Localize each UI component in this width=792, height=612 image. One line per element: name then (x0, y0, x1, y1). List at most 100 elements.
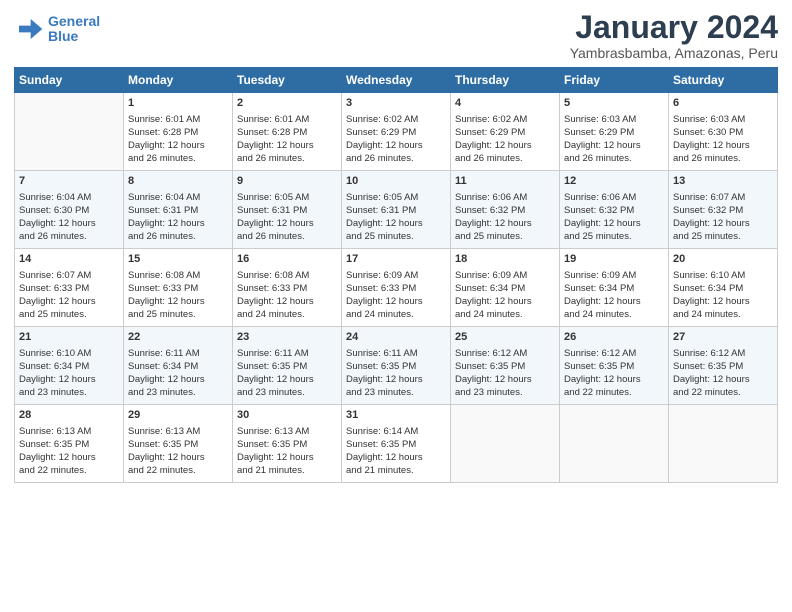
day-number: 15 (128, 252, 228, 267)
cell-content: Sunrise: 6:05 AM Sunset: 6:31 PM Dayligh… (346, 191, 446, 244)
calendar-cell: 19Sunrise: 6:09 AM Sunset: 6:34 PM Dayli… (560, 249, 669, 327)
calendar-table: SundayMondayTuesdayWednesdayThursdayFrid… (14, 67, 778, 483)
calendar-cell: 21Sunrise: 6:10 AM Sunset: 6:34 PM Dayli… (15, 327, 124, 405)
cell-content: Sunrise: 6:04 AM Sunset: 6:31 PM Dayligh… (128, 191, 228, 244)
logo: General Blue (14, 14, 100, 45)
cell-content: Sunrise: 6:11 AM Sunset: 6:34 PM Dayligh… (128, 347, 228, 400)
calendar-header-row: SundayMondayTuesdayWednesdayThursdayFrid… (15, 68, 778, 93)
cell-content: Sunrise: 6:04 AM Sunset: 6:30 PM Dayligh… (19, 191, 119, 244)
day-number: 3 (346, 96, 446, 111)
main-title: January 2024 (570, 10, 778, 45)
cell-content: Sunrise: 6:11 AM Sunset: 6:35 PM Dayligh… (237, 347, 337, 400)
day-number: 10 (346, 174, 446, 189)
calendar-week-5: 28 Sunrise: 6:13 AM Sunset: 6:35 PM Dayli… (15, 405, 778, 483)
calendar-cell: 27Sunrise: 6:12 AM Sunset: 6:35 PM Dayli… (669, 327, 778, 405)
day-number: 8 (128, 174, 228, 189)
calendar-cell: 30 Sunrise: 6:13 AM Sunset: 6:35 PM Dayli… (233, 405, 342, 483)
day-number: 24 (346, 330, 446, 345)
day-number: 13 (673, 174, 773, 189)
cell-content: Sunrise: 6:09 AM Sunset: 6:34 PM Dayligh… (455, 269, 555, 322)
calendar-cell (669, 405, 778, 483)
day-number: 26 (564, 330, 664, 345)
day-number: 12 (564, 174, 664, 189)
calendar-week-2: 7 Sunrise: 6:04 AM Sunset: 6:30 PM Daylig… (15, 171, 778, 249)
day-number: 9 (237, 174, 337, 189)
cell-content: Sunrise: 6:07 AM Sunset: 6:32 PM Dayligh… (673, 191, 773, 244)
calendar-cell: 3Sunrise: 6:02 AM Sunset: 6:29 PM Daylig… (342, 93, 451, 171)
cell-content: Sunrise: 6:05 AM Sunset: 6:31 PM Dayligh… (237, 191, 337, 244)
day-number: 5 (564, 96, 664, 111)
calendar-week-1: 1 Sunrise: 6:01 AM Sunset: 6:28 PM Daylig… (15, 93, 778, 171)
cell-content: Sunrise: 6:01 AM Sunset: 6:28 PM Dayligh… (237, 113, 337, 166)
day-number: 16 (237, 252, 337, 267)
calendar-cell (451, 405, 560, 483)
cell-content: Sunrise: 6:06 AM Sunset: 6:32 PM Dayligh… (564, 191, 664, 244)
cell-content: Sunrise: 6:09 AM Sunset: 6:34 PM Dayligh… (564, 269, 664, 322)
day-number: 1 (128, 96, 228, 111)
title-block: January 2024 Yambrasbamba, Amazonas, Per… (570, 10, 778, 61)
calendar-cell: 14Sunrise: 6:07 AM Sunset: 6:33 PM Dayli… (15, 249, 124, 327)
col-header-wednesday: Wednesday (342, 68, 451, 93)
calendar-cell: 11 Sunrise: 6:06 AM Sunset: 6:32 PM Dayli… (451, 171, 560, 249)
cell-content: Sunrise: 6:08 AM Sunset: 6:33 PM Dayligh… (128, 269, 228, 322)
calendar-cell: 17 Sunrise: 6:09 AM Sunset: 6:33 PM Dayli… (342, 249, 451, 327)
cell-content: Sunrise: 6:10 AM Sunset: 6:34 PM Dayligh… (19, 347, 119, 400)
cell-content: Sunrise: 6:12 AM Sunset: 6:35 PM Dayligh… (564, 347, 664, 400)
logo-icon (14, 14, 44, 44)
day-number: 18 (455, 252, 555, 267)
calendar-cell: 10 Sunrise: 6:05 AM Sunset: 6:31 PM Dayli… (342, 171, 451, 249)
day-number: 25 (455, 330, 555, 345)
cell-content: Sunrise: 6:06 AM Sunset: 6:32 PM Dayligh… (455, 191, 555, 244)
col-header-friday: Friday (560, 68, 669, 93)
day-number: 7 (19, 174, 119, 189)
calendar-cell: 15 Sunrise: 6:08 AM Sunset: 6:33 PM Dayli… (124, 249, 233, 327)
day-number: 23 (237, 330, 337, 345)
calendar-cell: 22 Sunrise: 6:11 AM Sunset: 6:34 PM Dayli… (124, 327, 233, 405)
cell-content: Sunrise: 6:12 AM Sunset: 6:35 PM Dayligh… (455, 347, 555, 400)
subtitle: Yambrasbamba, Amazonas, Peru (570, 45, 778, 61)
cell-content: Sunrise: 6:09 AM Sunset: 6:33 PM Dayligh… (346, 269, 446, 322)
logo-text: General Blue (48, 14, 100, 45)
calendar-cell: 16 Sunrise: 6:08 AM Sunset: 6:33 PM Dayli… (233, 249, 342, 327)
logo-line2: Blue (48, 28, 78, 44)
day-number: 2 (237, 96, 337, 111)
cell-content: Sunrise: 6:08 AM Sunset: 6:33 PM Dayligh… (237, 269, 337, 322)
calendar-cell: 12 Sunrise: 6:06 AM Sunset: 6:32 PM Dayli… (560, 171, 669, 249)
calendar-week-3: 14Sunrise: 6:07 AM Sunset: 6:33 PM Dayli… (15, 249, 778, 327)
cell-content: Sunrise: 6:12 AM Sunset: 6:35 PM Dayligh… (673, 347, 773, 400)
calendar-cell: 25 Sunrise: 6:12 AM Sunset: 6:35 PM Dayli… (451, 327, 560, 405)
day-number: 17 (346, 252, 446, 267)
cell-content: Sunrise: 6:14 AM Sunset: 6:35 PM Dayligh… (346, 425, 446, 478)
col-header-saturday: Saturday (669, 68, 778, 93)
calendar-cell: 9 Sunrise: 6:05 AM Sunset: 6:31 PM Daylig… (233, 171, 342, 249)
day-number: 28 (19, 408, 119, 423)
col-header-tuesday: Tuesday (233, 68, 342, 93)
calendar-cell: 2 Sunrise: 6:01 AM Sunset: 6:28 PM Daylig… (233, 93, 342, 171)
calendar-cell: 13 Sunrise: 6:07 AM Sunset: 6:32 PM Dayli… (669, 171, 778, 249)
cell-content: Sunrise: 6:10 AM Sunset: 6:34 PM Dayligh… (673, 269, 773, 322)
col-header-thursday: Thursday (451, 68, 560, 93)
calendar-week-4: 21Sunrise: 6:10 AM Sunset: 6:34 PM Dayli… (15, 327, 778, 405)
cell-content: Sunrise: 6:03 AM Sunset: 6:29 PM Dayligh… (564, 113, 664, 166)
day-number: 4 (455, 96, 555, 111)
day-number: 22 (128, 330, 228, 345)
calendar-cell: 20 Sunrise: 6:10 AM Sunset: 6:34 PM Dayli… (669, 249, 778, 327)
cell-content: Sunrise: 6:13 AM Sunset: 6:35 PM Dayligh… (237, 425, 337, 478)
calendar-cell: 4Sunrise: 6:02 AM Sunset: 6:29 PM Daylig… (451, 93, 560, 171)
cell-content: Sunrise: 6:03 AM Sunset: 6:30 PM Dayligh… (673, 113, 773, 166)
day-number: 6 (673, 96, 773, 111)
cell-content: Sunrise: 6:11 AM Sunset: 6:35 PM Dayligh… (346, 347, 446, 400)
day-number: 30 (237, 408, 337, 423)
calendar-cell (560, 405, 669, 483)
calendar-cell: 1 Sunrise: 6:01 AM Sunset: 6:28 PM Daylig… (124, 93, 233, 171)
calendar-cell: 24 Sunrise: 6:11 AM Sunset: 6:35 PM Dayli… (342, 327, 451, 405)
cell-content: Sunrise: 6:07 AM Sunset: 6:33 PM Dayligh… (19, 269, 119, 322)
page-container: General Blue January 2024 Yambrasbamba, … (0, 0, 792, 489)
day-number: 20 (673, 252, 773, 267)
day-number: 11 (455, 174, 555, 189)
calendar-cell: 5 Sunrise: 6:03 AM Sunset: 6:29 PM Daylig… (560, 93, 669, 171)
day-number: 29 (128, 408, 228, 423)
calendar-cell: 28 Sunrise: 6:13 AM Sunset: 6:35 PM Dayli… (15, 405, 124, 483)
cell-content: Sunrise: 6:13 AM Sunset: 6:35 PM Dayligh… (19, 425, 119, 478)
cell-content: Sunrise: 6:01 AM Sunset: 6:28 PM Dayligh… (128, 113, 228, 166)
